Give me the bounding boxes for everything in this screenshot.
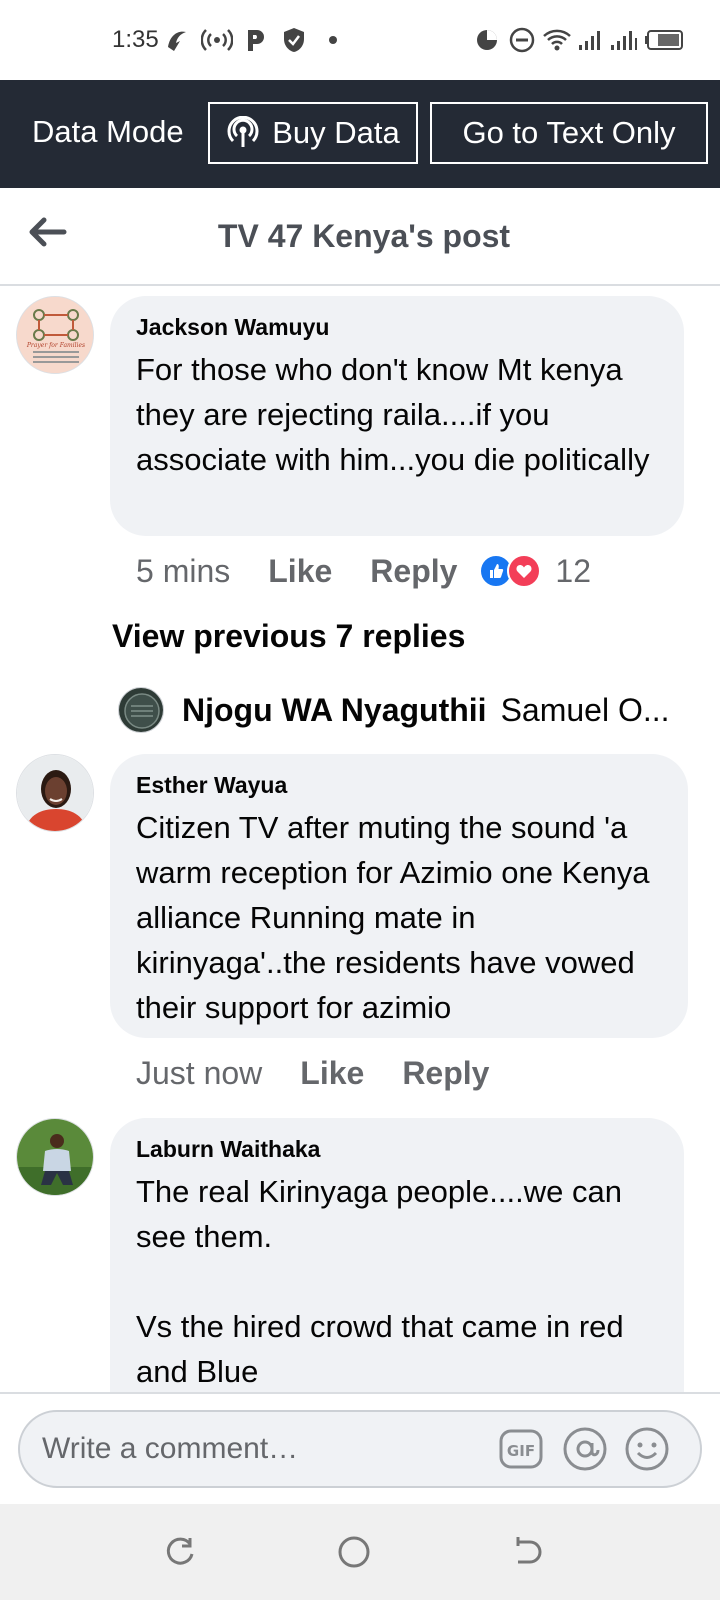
avatar[interactable] [16,1118,94,1196]
comment-bubble[interactable]: Jackson Wamuyu For those who don't know … [110,296,684,536]
comment-text: Citizen TV after muting the sound 'a war… [136,810,650,1025]
buy-data-label: Buy Data [272,115,400,150]
view-previous-replies-link[interactable]: View previous 7 replies [112,618,465,655]
location-icon [162,24,192,56]
buy-data-button[interactable]: Buy Data [208,102,418,164]
comment-author[interactable]: Esther Wayua [136,772,662,799]
recent-apps-icon[interactable] [160,1532,200,1572]
comment-time: Just now [136,1054,263,1091]
reply-preview[interactable]: Njogu WA Nyaguthii Samuel O... [118,684,670,736]
reply-avatar [118,687,164,733]
comment-placeholder: Write a comment… [42,1432,299,1465]
comment-composer: Write a comment… GIF [0,1392,720,1506]
emoji-icon[interactable] [624,1426,670,1472]
comment-time: 5 mins [136,552,231,589]
comment-text: The real Kirinyaga people....we can see … [136,1174,624,1389]
back-nav-icon[interactable] [506,1532,546,1572]
hotspot-icon [200,24,234,56]
status-bar: 1:35 [0,0,720,80]
do-not-disturb-icon [508,24,536,56]
love-reaction-icon [507,554,542,588]
reactions-summary[interactable]: 12 [479,553,591,590]
comment-actions: 5 mins Like Reply 12 [136,550,591,592]
avatar[interactable] [16,754,94,832]
text-only-button[interactable]: Go to Text Only [430,102,708,164]
parking-app-icon [244,24,268,56]
wifi-icon [542,24,572,56]
reply-button[interactable]: Reply [370,553,457,590]
signal-icon-2 [608,24,640,56]
avatar[interactable]: Prayer for Families [16,296,94,374]
comment-author[interactable]: Jackson Wamuyu [136,314,658,341]
dot-icon [326,24,340,56]
battery-icon [644,24,684,56]
mention-icon[interactable] [562,1426,608,1472]
data-mode-label: Data Mode [32,114,184,149]
gif-icon[interactable]: GIF [498,1426,544,1472]
system-nav-bar [0,1504,720,1600]
home-icon[interactable] [334,1532,374,1572]
comment-actions: Just now Like Reply [136,1052,489,1094]
shield-icon [280,24,308,56]
status-time: 1:35 [112,26,159,53]
text-only-label: Go to Text Only [462,115,676,150]
signal-icon [576,24,606,56]
svg-text:GIF: GIF [507,1442,535,1460]
like-button[interactable]: Like [268,553,332,590]
comment-bubble[interactable]: Laburn Waithaka The real Kirinyaga peopl… [110,1118,684,1418]
comment-text: For those who don't know Mt kenya they a… [136,352,650,477]
comment-author[interactable]: Laburn Waithaka [136,1136,658,1163]
comment-input[interactable]: Write a comment… GIF [18,1410,702,1488]
avatar-caption: Prayer for Families [26,342,85,349]
reply-text: Samuel O... [500,691,670,728]
data-saver-icon [474,24,500,56]
reply-button[interactable]: Reply [402,1055,489,1092]
data-mode-bar: Data Mode Buy Data Go to Text Only [0,80,720,188]
broadcast-icon [226,116,260,150]
comment-bubble[interactable]: Esther Wayua Citizen TV after muting the… [110,754,688,1038]
reaction-count: 12 [555,552,592,589]
reply-author: Njogu WA Nyaguthii [182,691,487,728]
page-title: TV 47 Kenya's post [217,218,511,254]
like-button[interactable]: Like [300,1055,364,1092]
post-header: TV 47 Kenya's post [0,188,720,286]
